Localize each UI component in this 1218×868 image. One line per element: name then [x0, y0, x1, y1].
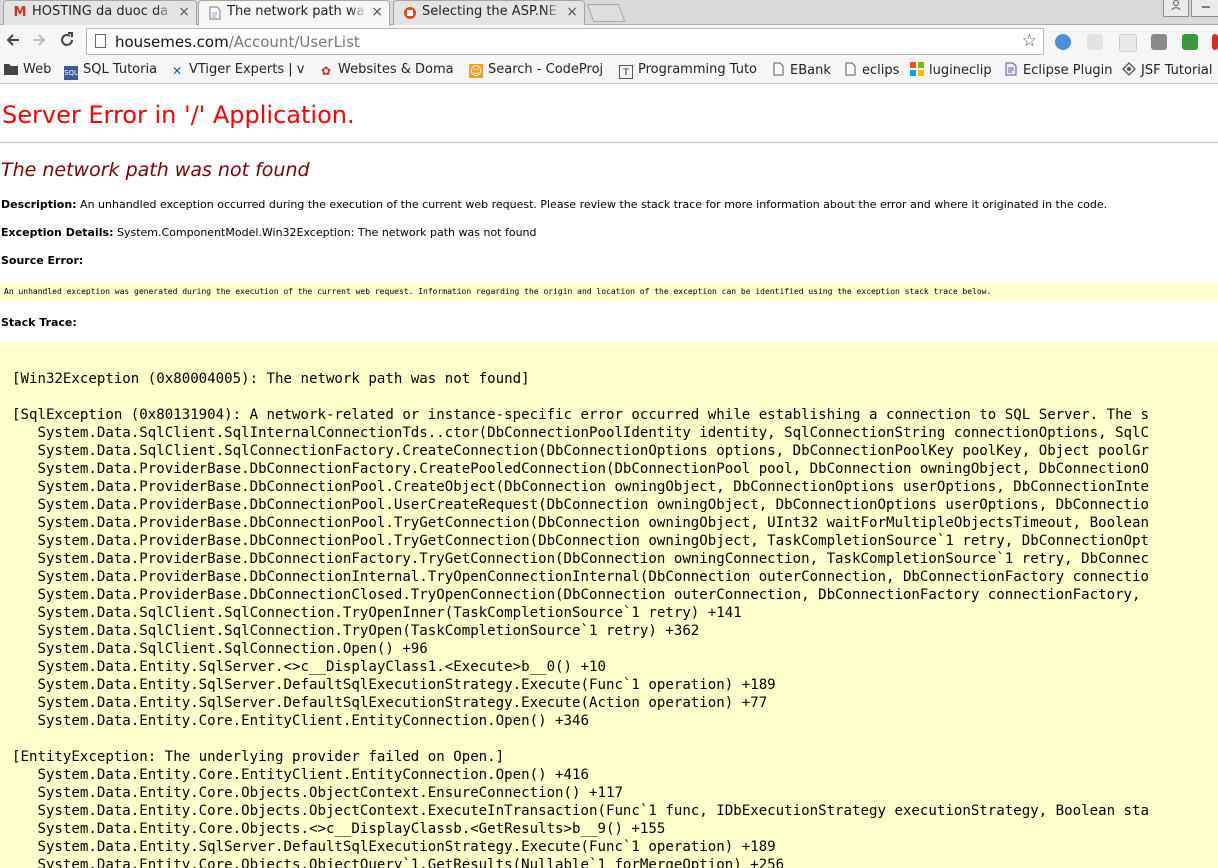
- bookmark-label: Websites & Doma: [338, 62, 454, 77]
- url-path: /Account/UserList: [228, 33, 360, 51]
- codeproject-icon: ☺: [469, 64, 483, 78]
- page-icon: [771, 62, 785, 76]
- vtiger-icon: ✕: [171, 64, 183, 78]
- divider: [0, 142, 1218, 143]
- description-line: Description: An unhandled exception occu…: [1, 198, 1107, 211]
- extension-sync-icon[interactable]: [1055, 34, 1071, 50]
- tab-title: Selecting the ASP.NE: [422, 4, 562, 19]
- url-domain: housemes.com: [115, 33, 229, 51]
- folder-icon: [4, 63, 18, 77]
- source-error-heading: Source Error:: [1, 254, 83, 267]
- close-tab-icon[interactable]: ×: [178, 4, 190, 20]
- bookmark-label: lugineclip: [929, 63, 992, 78]
- sql-icon: SQL: [64, 66, 78, 80]
- browser-toolbar: housemes.com/Account/UserList ☆: [0, 25, 1218, 59]
- eclipse-icon: [1004, 62, 1018, 76]
- websites-icon: ✿: [320, 64, 332, 78]
- bookmark-label: EBank: [790, 63, 831, 78]
- bookmark-eclipse-plugin[interactable]: Eclipse Plugin: [1004, 62, 1113, 80]
- codeproject-icon: [403, 6, 417, 20]
- stack-trace-label: Stack Trace:: [1, 316, 77, 329]
- jsf-icon: [1122, 62, 1136, 76]
- bookmark-websites-domains[interactable]: ✿ Websites & Doma: [319, 62, 455, 80]
- source-error-box: An unhandled exception was generated dur…: [0, 283, 1218, 301]
- bookmark-vtiger[interactable]: ✕ VTiger Experts | v: [170, 62, 306, 80]
- url-text[interactable]: housemes.com/Account/UserList: [115, 33, 360, 51]
- extension-cloud-icon[interactable]: [1087, 34, 1103, 50]
- exception-text: System.ComponentModel.Win32Exception: Th…: [116, 226, 537, 239]
- extension-check-icon[interactable]: [1182, 34, 1198, 50]
- description-label: Description:: [1, 198, 77, 211]
- bookmark-label: Web: [23, 62, 52, 77]
- tutorial-icon: T: [619, 65, 633, 79]
- bookmark-jsf-tutorial[interactable]: JSF Tutorial: [1122, 62, 1213, 80]
- user-profile-icon[interactable]: [1163, 0, 1189, 17]
- description-text: An unhandled exception occurred during t…: [80, 198, 1108, 211]
- bookmark-lugineclip[interactable]: lugineclip: [910, 62, 992, 80]
- tab-selecting-aspnet[interactable]: Selecting the ASP.NE ×: [393, 0, 585, 25]
- bookmark-programming-tutorials[interactable]: T Programming Tuto: [619, 62, 757, 80]
- page-icon: [843, 62, 857, 76]
- tab-title: The network path wa: [227, 4, 367, 19]
- gmail-icon: M: [13, 5, 27, 20]
- windows-icon: [910, 62, 924, 76]
- forward-button[interactable]: [28, 31, 50, 53]
- extension-gray-icon[interactable]: [1151, 34, 1167, 50]
- bookmark-label: SQL Tutoria: [83, 62, 158, 77]
- close-tab-icon[interactable]: ×: [566, 4, 578, 20]
- exception-label: Exception Details:: [1, 226, 114, 239]
- bookmark-label: Search - CodeProj: [488, 62, 604, 77]
- extension-red-icon[interactable]: [1212, 34, 1218, 50]
- reload-button[interactable]: [56, 31, 78, 53]
- bookmarks-bar: Web SQL SQL Tutoria ✕ VTiger Experts | v ✿…: [0, 59, 1218, 84]
- minimize-window-icon[interactable]: [1191, 0, 1218, 17]
- stack-trace-heading: Stack Trace:: [1, 316, 77, 329]
- tab-title: HOSTING da duoc da: [32, 4, 174, 19]
- back-button[interactable]: [2, 31, 24, 53]
- bookmark-eclips[interactable]: eclips: [843, 62, 899, 80]
- stack-trace-text: [Win32Exception (0x80004005): The networ…: [12, 371, 1150, 868]
- tab-gmail-hosting[interactable]: M HOSTING da duoc da ×: [3, 0, 197, 25]
- bookmark-search-codeproject[interactable]: ☺ Search - CodeProj: [469, 62, 605, 80]
- page-icon: [208, 6, 222, 20]
- bookmark-label: eclips: [862, 63, 900, 78]
- tab-strip: M HOSTING da duoc da × The network path …: [0, 0, 1218, 26]
- new-tab-button[interactable]: [586, 4, 626, 22]
- address-bar[interactable]: housemes.com/Account/UserList ☆: [86, 28, 1044, 55]
- bookmark-label: VTiger Experts | v: [189, 62, 305, 77]
- bookmark-label: JSF Tutorial: [1141, 63, 1213, 78]
- page-content: Server Error in '/' Application. The net…: [0, 85, 1218, 868]
- source-error-label: Source Error:: [1, 254, 84, 267]
- bookmark-sql-tutorial[interactable]: SQL SQL Tutoria: [64, 62, 158, 80]
- bookmark-ebank[interactable]: EBank: [771, 62, 831, 80]
- exception-details-line: Exception Details: System.ComponentModel…: [1, 226, 537, 239]
- close-tab-icon[interactable]: ×: [371, 4, 383, 20]
- stack-trace-box: [Win32Exception (0x80004005): The networ…: [0, 343, 1218, 868]
- bookmark-label: Programming Tuto: [638, 62, 757, 77]
- tab-network-path[interactable]: The network path wa ×: [198, 0, 390, 26]
- error-subheading: The network path was not found: [1, 159, 310, 181]
- bookmark-label: Eclipse Plugin: [1023, 63, 1113, 78]
- extension-mail-icon[interactable]: [1119, 34, 1137, 52]
- bookmark-web[interactable]: Web: [4, 62, 51, 80]
- page-info-icon[interactable]: [95, 34, 106, 48]
- bookmark-star-icon[interactable]: ☆: [1022, 31, 1037, 51]
- page-title: Server Error in '/' Application.: [2, 101, 355, 129]
